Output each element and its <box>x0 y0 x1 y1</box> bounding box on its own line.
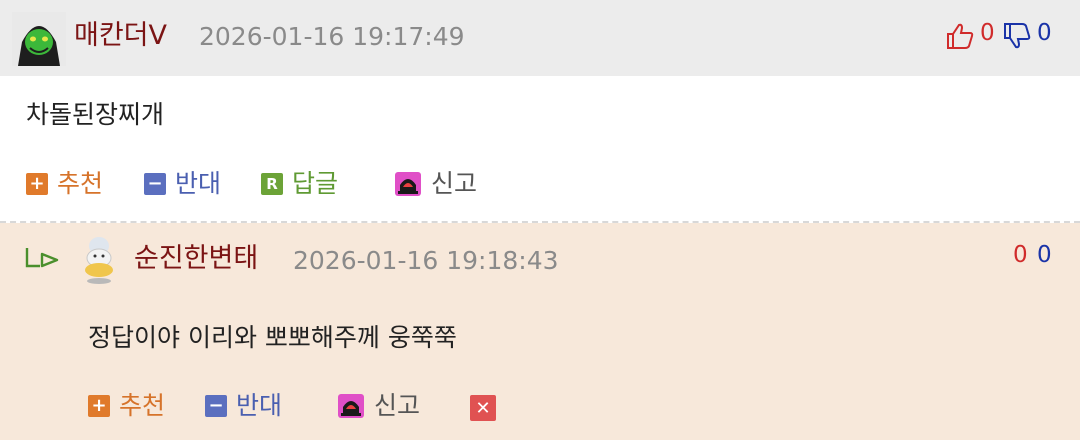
avatar[interactable] <box>12 12 66 66</box>
comment-timestamp: 2026-01-16 19:18:43 <box>293 246 559 275</box>
oppose-button[interactable]: − 반대 <box>205 389 282 423</box>
delete-button[interactable]: ✕ <box>470 395 496 421</box>
upvote-count: 0 <box>980 20 995 46</box>
upvote-count: 0 <box>1013 242 1028 268</box>
recommend-button[interactable]: + 추천 <box>88 389 165 423</box>
reply-button[interactable]: R 답글 <box>261 167 338 201</box>
author-nickname[interactable]: 매칸더V <box>74 18 167 54</box>
siren-icon <box>395 172 421 196</box>
downvote-count: 0 <box>1037 20 1052 46</box>
comment-body: 차돌된장찌개 <box>26 100 165 129</box>
minus-icon: − <box>205 395 227 417</box>
report-label: 신고 <box>431 169 478 198</box>
avatar[interactable] <box>80 234 118 286</box>
recommend-label: 추천 <box>119 391 166 420</box>
downvote-count: 0 <box>1037 242 1052 268</box>
author-nickname[interactable]: 순진한변태 <box>134 241 258 277</box>
siren-icon <box>338 394 364 418</box>
minus-icon: − <box>144 173 166 195</box>
comment-timestamp: 2026-01-16 19:17:49 <box>199 22 465 51</box>
oppose-label: 반대 <box>236 391 283 420</box>
r-icon: R <box>261 173 283 195</box>
thumbs-up-icon[interactable] <box>945 22 975 50</box>
report-label: 신고 <box>374 391 421 420</box>
plus-icon: + <box>88 395 110 417</box>
comment-body: 정답이야 이리와 뽀뽀해주께 웅쭉쭉 <box>88 323 457 352</box>
reply-label: 답글 <box>292 169 339 198</box>
report-button[interactable]: 신고 <box>394 167 477 201</box>
recommend-label: 추천 <box>57 169 104 198</box>
oppose-button[interactable]: − 반대 <box>144 167 221 201</box>
report-button[interactable]: 신고 <box>337 389 420 423</box>
oppose-label: 반대 <box>175 169 222 198</box>
recommend-button[interactable]: + 추천 <box>26 167 103 201</box>
thumbs-down-icon[interactable] <box>1002 22 1032 50</box>
plus-icon: + <box>26 173 48 195</box>
reply-arrow-icon <box>25 248 59 268</box>
close-icon: ✕ <box>475 397 491 419</box>
